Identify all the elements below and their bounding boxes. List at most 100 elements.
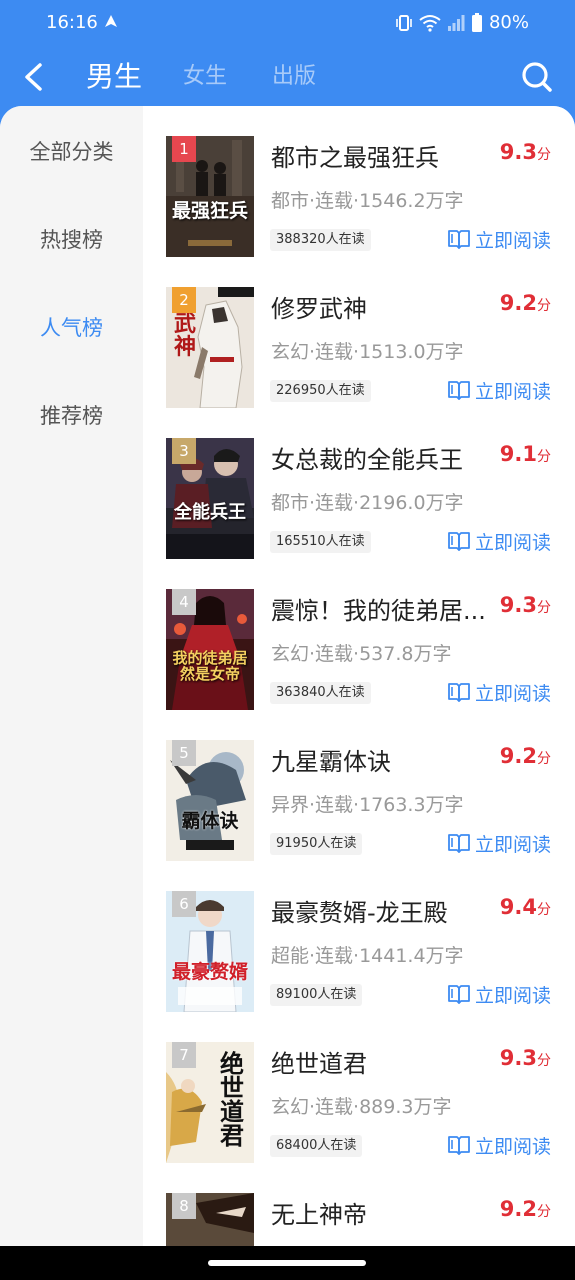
book-title[interactable]: 女总裁的全能兵王 [271, 440, 463, 475]
wifi-icon [419, 14, 441, 32]
rank-badge: 2 [172, 287, 196, 313]
book-cover[interactable]: 武神 2 [166, 287, 254, 408]
signal-icon [447, 14, 465, 31]
read-now-button[interactable]: 立即阅读 [447, 528, 551, 554]
cover-title: 最豪赘婿 [171, 961, 248, 983]
read-now-label: 立即阅读 [474, 380, 551, 403]
cover-title: 我的徒弟居然是女帝 [172, 649, 248, 683]
book-item[interactable]: 绝世道君 7 绝世道君 9.3分 玄幻·连载·889.3万字 68400人在读 … [143, 1042, 575, 1193]
book-score: 9.3分 [500, 1046, 551, 1070]
search-icon [522, 62, 552, 92]
book-cover[interactable]: 绝世道君 7 [166, 1042, 254, 1163]
read-now-label: 立即阅读 [474, 984, 551, 1007]
book-title[interactable]: 都市之最强狂兵 [271, 138, 439, 173]
readers-badge: 68400人在读 [270, 1135, 363, 1157]
sidebar-item-hot-search[interactable]: 热搜榜 [0, 224, 143, 254]
rank-badge: 5 [172, 740, 196, 766]
open-book-icon [448, 834, 470, 853]
score-unit: 分 [537, 600, 551, 616]
book-cover[interactable]: 我的徒弟居然是女帝 4 [166, 589, 254, 710]
sidebar-item-recommended[interactable]: 推荐榜 [0, 400, 143, 430]
book-meta: 玄幻·连载·1513.0万字 [271, 341, 464, 363]
open-book-icon [448, 532, 470, 551]
book-cover[interactable]: 8 [166, 1193, 254, 1246]
book-score: 9.3分 [500, 593, 551, 617]
book-cover[interactable]: 全能兵王 3 [166, 438, 254, 559]
read-now-button[interactable]: 立即阅读 [447, 1132, 551, 1158]
book-item[interactable]: 霸体诀 5 九星霸体诀 9.2分 异界·连载·1763.3万字 91950人在读… [143, 740, 575, 891]
score-value: 9.1 [499, 442, 537, 466]
cover-title: 武神 [173, 311, 196, 361]
read-now-button[interactable]: 立即阅读 [447, 981, 551, 1007]
rank-badge: 4 [172, 589, 196, 615]
book-cover[interactable]: 霸体诀 5 [166, 740, 254, 861]
book-title[interactable]: 九星霸体诀 [271, 742, 391, 777]
home-indicator[interactable] [208, 1260, 366, 1266]
open-book-icon [448, 230, 470, 249]
book-item[interactable]: 8 无上神帝 9.2分 [143, 1193, 575, 1246]
score-unit: 分 [537, 751, 551, 767]
open-book-icon [448, 683, 470, 702]
battery-level: 80% [488, 12, 529, 33]
book-meta: 异界·连载·1763.3万字 [271, 794, 464, 816]
score-unit: 分 [537, 1053, 551, 1069]
book-item[interactable]: 最强狂兵 1 都市之最强狂兵 9.3分 都市·连载·1546.2万字 38832… [143, 136, 575, 287]
book-title[interactable]: 修罗武神 [271, 289, 367, 324]
rank-badge: 3 [172, 438, 196, 464]
book-title[interactable]: 绝世道君 [271, 1044, 367, 1079]
score-value: 9.2 [499, 1197, 537, 1221]
book-meta: 玄幻·连载·537.8万字 [271, 643, 452, 665]
score-unit: 分 [537, 449, 551, 465]
cover-title: 全能兵王 [174, 502, 246, 523]
readers-badge: 226950人在读 [270, 380, 371, 402]
book-score: 9.4分 [500, 895, 551, 919]
score-value: 9.3 [499, 1046, 537, 1070]
cover-title: 霸体诀 [181, 810, 239, 832]
rank-badge: 7 [172, 1042, 196, 1068]
book-item[interactable]: 武神 2 修罗武神 9.2分 玄幻·连载·1513.0万字 226950人在读 … [143, 287, 575, 438]
book-cover[interactable]: 最豪赘婿 6 [166, 891, 254, 1012]
read-now-button[interactable]: 立即阅读 [447, 830, 551, 856]
score-value: 9.3 [499, 593, 537, 617]
read-now-label: 立即阅读 [474, 682, 551, 705]
status-bar: 16:16 80% [0, 0, 575, 48]
back-button[interactable] [14, 58, 52, 96]
open-book-icon [448, 1136, 470, 1155]
book-title[interactable]: 最豪赘婿-龙王殿 [271, 893, 448, 928]
content-panel: 全部分类 热搜榜 人气榜 推荐榜 最强狂兵 1 都市之最强狂兵 9.3分 都市·… [0, 106, 575, 1246]
tab-male[interactable]: 男生 [86, 58, 142, 96]
book-item[interactable]: 我的徒弟居然是女帝 4 震惊！我的徒弟居... 9.3分 玄幻·连载·537.8… [143, 589, 575, 740]
read-now-label: 立即阅读 [474, 833, 551, 856]
cover-title: 最强狂兵 [171, 200, 248, 222]
book-score: 9.2分 [500, 1197, 551, 1221]
book-cover[interactable]: 最强狂兵 1 [166, 136, 254, 257]
sidebar-item-all-categories[interactable]: 全部分类 [0, 136, 143, 166]
score-unit: 分 [537, 147, 551, 163]
score-unit: 分 [537, 1204, 551, 1220]
sidebar-item-popularity[interactable]: 人气榜 [0, 312, 143, 342]
top-nav: 男生 女生 出版 [0, 48, 575, 106]
book-score: 9.2分 [500, 744, 551, 768]
book-item[interactable]: 最豪赘婿 6 最豪赘婿-龙王殿 9.4分 超能·连载·1441.4万字 8910… [143, 891, 575, 1042]
book-item[interactable]: 全能兵王 3 女总裁的全能兵王 9.1分 都市·连载·2196.0万字 1655… [143, 438, 575, 589]
system-nav-bar [0, 1246, 575, 1280]
vibrate-icon [396, 14, 412, 31]
read-now-button[interactable]: 立即阅读 [447, 226, 551, 252]
tab-publish[interactable]: 出版 [272, 58, 316, 96]
navigation-arrow-icon [105, 15, 117, 27]
read-now-button[interactable]: 立即阅读 [447, 377, 551, 403]
score-value: 9.2 [499, 744, 537, 768]
readers-badge: 388320人在读 [270, 229, 371, 251]
search-button[interactable] [517, 57, 557, 97]
rank-badge: 8 [172, 1193, 196, 1219]
status-icons: 80% [395, 12, 529, 33]
read-now-button[interactable]: 立即阅读 [447, 679, 551, 705]
read-now-label: 立即阅读 [474, 531, 551, 554]
book-title[interactable]: 无上神帝 [271, 1195, 367, 1230]
readers-badge: 91950人在读 [270, 833, 363, 855]
read-now-label: 立即阅读 [474, 229, 551, 252]
score-value: 9.3 [499, 140, 537, 164]
tab-female[interactable]: 女生 [183, 58, 227, 96]
score-value: 9.2 [499, 291, 537, 315]
book-title[interactable]: 震惊！我的徒弟居... [271, 591, 486, 626]
